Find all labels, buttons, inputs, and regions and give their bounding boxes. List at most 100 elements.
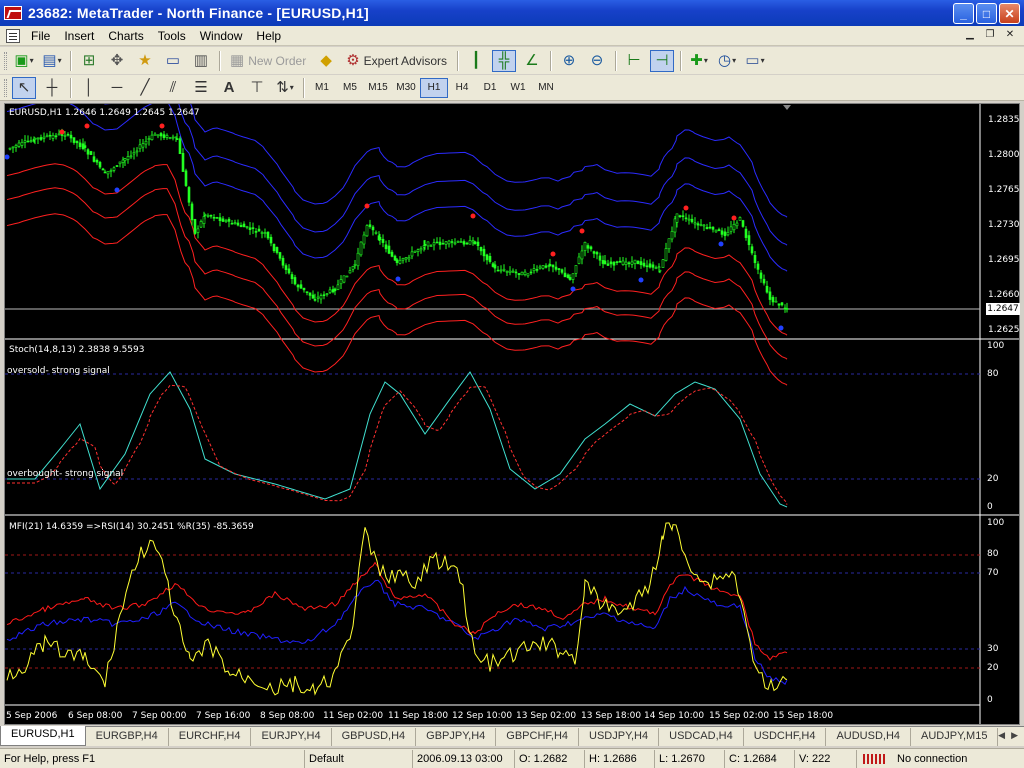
time-tick: 13 Sep 18:00 [581, 711, 642, 721]
price-tick: 1.2835 [988, 115, 1020, 125]
data-window-button[interactable]: ✥ [105, 50, 129, 72]
fractal-dot [470, 213, 476, 219]
auto-scroll-button[interactable]: ⊢ [622, 50, 646, 72]
tab-audjpy-m15[interactable]: AUDJPY,M15 [911, 728, 999, 746]
menu-charts[interactable]: Charts [101, 26, 150, 46]
tab-scroll-right-icon[interactable]: ▶ [1011, 730, 1018, 741]
chart-shift-button[interactable]: ⊣ [650, 49, 675, 72]
candle-body [83, 145, 87, 148]
menu-window[interactable]: Window [193, 26, 250, 46]
candle-body [654, 267, 658, 270]
candle-body [696, 223, 700, 226]
text-label-icon: ⊤ [250, 79, 264, 96]
tab-gbpusd-h4[interactable]: GBPUSD,H4 [332, 728, 417, 746]
candle-body [774, 300, 778, 303]
market-watch-button[interactable]: ⊞ [77, 50, 101, 72]
bar-chart-button[interactable]: ┃ [464, 50, 488, 72]
mdi-minimize-icon[interactable]: ▁ [962, 29, 978, 43]
text-button[interactable]: A [217, 77, 241, 99]
chart-window[interactable]: EURUSD,H1 1.2646 1.2649 1.2645 1.2647 St… [4, 103, 1020, 725]
minimize-button[interactable]: _ [953, 3, 974, 24]
navigator-button[interactable]: ★ [133, 50, 157, 72]
tab-gbpjpy-h4[interactable]: GBPJPY,H4 [416, 728, 497, 746]
tab-eurgbp-h4[interactable]: EURGBP,H4 [86, 728, 169, 746]
menu-tools[interactable]: Tools [151, 26, 193, 46]
chevron-down-icon: ▾ [289, 83, 294, 92]
trendline-button[interactable]: ╱ [133, 77, 157, 99]
menu-insert[interactable]: Insert [57, 26, 101, 46]
line-chart-button[interactable]: ∠ [520, 50, 544, 72]
tab-eurchf-h4[interactable]: EURCHF,H4 [169, 728, 252, 746]
candle-body [248, 227, 252, 230]
expert-advisors-button[interactable]: ⚙ Expert Advisors [342, 50, 451, 72]
mdi-close-icon[interactable]: ✕ [1002, 29, 1018, 43]
mdi-restore-icon[interactable]: ❐ [982, 29, 998, 43]
profiles-button[interactable]: ▤ ▾ [40, 50, 64, 72]
candle-body [42, 136, 46, 139]
candle-body [353, 263, 357, 266]
toolbar-grip[interactable] [4, 78, 7, 97]
candle-body [554, 266, 558, 270]
menu-help[interactable]: Help [249, 26, 288, 46]
time-tick: 5 Sep 2006 [6, 711, 58, 721]
stoch-main-line [7, 371, 788, 508]
maximize-button[interactable]: □ [976, 3, 997, 24]
toolbar-grip[interactable] [4, 51, 7, 70]
arrows-button[interactable]: ⇅ ▾ [273, 77, 297, 99]
tab-usdchf-h4[interactable]: USDCHF,H4 [744, 728, 827, 746]
new-chart-button[interactable]: ▣ ▾ [12, 50, 36, 72]
candle-body [72, 137, 76, 143]
timeframe-h1[interactable]: H1 [420, 77, 448, 98]
menu-file[interactable]: File [24, 26, 57, 46]
indicators-button[interactable]: ✚ ▾ [687, 50, 711, 72]
tab-scroll-left-icon[interactable]: ◀ [998, 730, 1005, 741]
tab-audusd-h4[interactable]: AUDUSD,H4 [826, 728, 912, 746]
terminal-button[interactable]: ▭ [161, 50, 185, 72]
zoom-in-button[interactable]: ⊕ [557, 50, 581, 72]
periods-button[interactable]: ◷ ▾ [715, 50, 739, 72]
equidistant-channel-button[interactable]: ⫽ [161, 77, 185, 99]
timeframe-w1[interactable]: W1 [504, 78, 532, 98]
tab-eurjpy-h4[interactable]: EURJPY,H4 [251, 728, 332, 746]
candle-body [456, 240, 460, 243]
candlestick-button[interactable]: ╬ [492, 49, 517, 72]
timeframe-m5[interactable]: M5 [336, 78, 364, 98]
tab-eurusd-h1[interactable]: EURUSD,H1 [0, 726, 86, 746]
text-label-button[interactable]: ⊤ [245, 77, 269, 99]
candle-body [135, 150, 139, 153]
crosshair-button[interactable]: ┼ [40, 77, 64, 99]
tab-usdcad-h4[interactable]: USDCAD,H4 [659, 728, 744, 746]
timeframe-m15[interactable]: M15 [364, 78, 392, 98]
timeframe-mn[interactable]: MN [532, 78, 560, 98]
templates-button[interactable]: ▭ ▾ [743, 50, 767, 72]
clock-icon: ◷ [717, 52, 732, 69]
horizontal-line-button[interactable]: ─ [105, 77, 129, 99]
new-order-button[interactable]: ▦ New Order [226, 50, 310, 72]
candle-body [212, 217, 216, 219]
vertical-line-button[interactable]: │ [77, 77, 101, 99]
tab-gbpchf-h4[interactable]: GBPCHF,H4 [496, 728, 580, 746]
strategy-tester-button[interactable]: ▥ [189, 50, 213, 72]
expert-advisors-icon: ⚙ [346, 52, 360, 69]
timeframe-d1[interactable]: D1 [476, 78, 504, 98]
mfi-tick: 30 [987, 644, 999, 654]
title-bar[interactable]: 23682: MetaTrader - North Finance - [EUR… [0, 0, 1024, 26]
tab-usdjpy-h4[interactable]: USDJPY,H4 [579, 728, 660, 746]
zoom-out-button[interactable]: ⊖ [585, 50, 609, 72]
timeframe-m1[interactable]: M1 [308, 78, 336, 98]
timeframe-h4[interactable]: H4 [448, 78, 476, 98]
fibonacci-button[interactable]: ☰ [189, 77, 213, 99]
price-tick: 1.2765 [988, 185, 1020, 195]
cursor-arrow-icon: ↖ [17, 79, 31, 96]
chart-canvas[interactable] [5, 104, 1019, 724]
chart-window-icon[interactable] [6, 28, 20, 43]
close-button[interactable]: ✕ [999, 3, 1020, 24]
timeframe-m30[interactable]: M30 [392, 78, 420, 98]
candle-body [738, 217, 742, 221]
candle-body [115, 165, 119, 167]
warning-diamond-icon: ◆ [320, 52, 332, 69]
alerts-button[interactable]: ◆ [314, 50, 338, 72]
stoch-oversold-label: oversold- strong signal [7, 366, 110, 376]
cursor-button[interactable]: ↖ [12, 76, 36, 99]
candle-body [302, 287, 306, 291]
